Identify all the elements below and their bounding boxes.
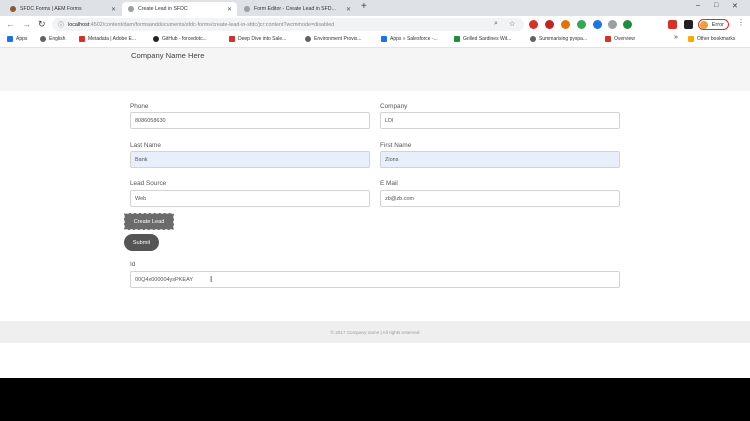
- other-bookmarks[interactable]: Other bookmarks: [688, 36, 735, 42]
- github-icon: [153, 36, 159, 42]
- create-lead-button[interactable]: Create Lead: [124, 213, 174, 230]
- bookmark-label: Grilled Sardines Wit...: [463, 36, 512, 42]
- first-name-label: First Name: [380, 142, 412, 149]
- browser-tab-active[interactable]: Create Lead in SFDC ✕: [122, 2, 237, 16]
- minimize-icon[interactable]: –: [696, 2, 700, 9]
- browser-tab[interactable]: Form Editor - Create Lead in SFD... ✕: [238, 2, 356, 16]
- company-field[interactable]: LDI: [380, 112, 620, 129]
- bookmark-item[interactable]: Summarising pyspa...: [530, 36, 587, 42]
- id-label: Id: [130, 261, 136, 268]
- globe-icon: [305, 36, 311, 42]
- close-window-icon[interactable]: ✕: [732, 2, 738, 10]
- close-tab-icon[interactable]: ✕: [227, 6, 232, 13]
- tab-title: Create Lead in SFDC: [138, 6, 188, 12]
- globe-icon: [40, 36, 46, 42]
- tab-favicon-icon: [10, 6, 16, 12]
- page-footer: © 2017 Company name | All rights reserve…: [0, 321, 750, 343]
- globe-icon: [530, 36, 536, 42]
- phone-label: Phone: [130, 103, 149, 110]
- close-tab-icon[interactable]: ✕: [111, 6, 116, 13]
- new-tab-button[interactable]: +: [361, 1, 367, 12]
- close-tab-icon[interactable]: ✕: [346, 6, 351, 13]
- bookmark-label: Other bookmarks: [697, 36, 736, 42]
- adobe-icon: [605, 36, 611, 42]
- url-host: localhost: [68, 21, 90, 28]
- extension-icon[interactable]: [668, 20, 677, 29]
- tab-favicon-icon: [128, 6, 134, 12]
- bookmarks-bar: Apps English Metadata | Adobe E... GitHu…: [0, 33, 750, 48]
- tab-title: SFDC Forms | AEM Forms: [20, 6, 82, 12]
- bookmark-label: Apps » Salesforce -...: [390, 36, 438, 42]
- tab-title: Form Editor - Create Lead in SFD...: [254, 6, 336, 12]
- search-icon[interactable]: ⌕: [494, 20, 498, 28]
- bookmark-item[interactable]: Deep Dive into Sale...: [229, 36, 286, 42]
- lead-source-field[interactable]: Web: [130, 190, 370, 207]
- forward-icon[interactable]: →: [22, 19, 31, 29]
- extensions-puzzle-icon[interactable]: [684, 20, 693, 29]
- bookmark-label: Deep Dive into Sale...: [238, 36, 287, 42]
- bookmark-favicon-icon: [454, 36, 460, 42]
- reload-icon[interactable]: ↻: [38, 19, 46, 30]
- bookmark-item[interactable]: Metadata | Adobe E...: [79, 36, 136, 42]
- bookmark-item[interactable]: Grilled Sardines Wit...: [454, 36, 511, 42]
- bookmark-label: English: [49, 36, 66, 42]
- submit-button[interactable]: Submit: [124, 234, 159, 251]
- extension-icon[interactable]: [561, 20, 570, 29]
- email-label: E Mail: [380, 180, 398, 187]
- last-name-label: Last Name: [130, 142, 161, 149]
- extension-icon[interactable]: [577, 20, 586, 29]
- extension-icon[interactable]: [529, 20, 538, 29]
- lead-source-label: Lead Source: [130, 180, 167, 187]
- maximize-icon[interactable]: □: [714, 2, 718, 9]
- browser-tab-strip: SFDC Forms | AEM Forms ✕ Create Lead in …: [0, 0, 750, 16]
- bookmark-label: Metadata | Adobe E...: [88, 36, 136, 42]
- profile-status: Error: [711, 21, 724, 28]
- bookmark-label: Apps: [16, 36, 28, 42]
- footer-text: © 2017 Company name | All rights reserve…: [330, 330, 420, 335]
- bookmark-item[interactable]: GitHub - forcedotc...: [153, 36, 207, 42]
- bookmark-item[interactable]: Apps: [7, 36, 27, 42]
- profile-button[interactable]: Error: [698, 19, 729, 30]
- adobe-icon: [79, 36, 85, 42]
- company-name: Company Name Here: [131, 51, 205, 60]
- page-header: Company Name Here: [0, 48, 750, 91]
- browser-menu-icon[interactable]: ⋮: [737, 18, 745, 27]
- apps-grid-icon: [7, 36, 13, 42]
- browser-tab[interactable]: SFDC Forms | AEM Forms ✕: [4, 2, 121, 16]
- bookmark-label: GitHub - forcedotc...: [162, 36, 207, 42]
- page-content: Company Name Here Phone 8086058630 Compa…: [0, 48, 750, 378]
- bookmark-item[interactable]: Overview: [605, 36, 635, 42]
- bookmark-label: Summarising pyspa...: [539, 36, 588, 42]
- company-label: Company: [380, 103, 408, 110]
- address-bar[interactable]: ⓘ localhost :4502/content/dam/formsanddo…: [52, 18, 524, 31]
- extension-icon[interactable]: [545, 20, 554, 29]
- text-cursor-icon: I: [210, 275, 213, 284]
- email-field[interactable]: zb@zb.com: [380, 190, 620, 207]
- bookmark-label: Environment Provis...: [314, 36, 362, 42]
- youtube-icon: [229, 36, 235, 42]
- extension-icon[interactable]: [593, 20, 602, 29]
- back-icon[interactable]: ←: [6, 19, 15, 29]
- bookmarks-overflow-icon[interactable]: »: [674, 34, 678, 41]
- first-name-field[interactable]: Zions: [380, 151, 620, 168]
- bookmark-item[interactable]: Environment Provis...: [305, 36, 362, 42]
- info-icon[interactable]: ⓘ: [58, 20, 64, 29]
- last-name-field[interactable]: Bank: [130, 151, 370, 168]
- avatar: [700, 21, 708, 29]
- extension-icon[interactable]: [623, 20, 632, 29]
- url-path: :4502/content/dam/formsanddocuments/sfdc…: [89, 21, 335, 28]
- tab-favicon-icon: [244, 6, 250, 12]
- folder-icon: [688, 36, 694, 42]
- bookmark-item[interactable]: English: [40, 36, 65, 42]
- id-field[interactable]: 00Q4x000004ysPKEAY: [130, 271, 620, 288]
- phone-field[interactable]: 8086058630: [130, 112, 370, 129]
- extension-icon[interactable]: [608, 20, 617, 29]
- bookmark-item[interactable]: Apps » Salesforce -...: [381, 36, 438, 42]
- browser-toolbar: ← → ↻ ⓘ localhost :4502/content/dam/form…: [0, 16, 750, 33]
- salesforce-icon: [381, 36, 387, 42]
- bookmark-label: Overview: [614, 36, 635, 42]
- bookmark-star-icon[interactable]: ☆: [509, 20, 515, 28]
